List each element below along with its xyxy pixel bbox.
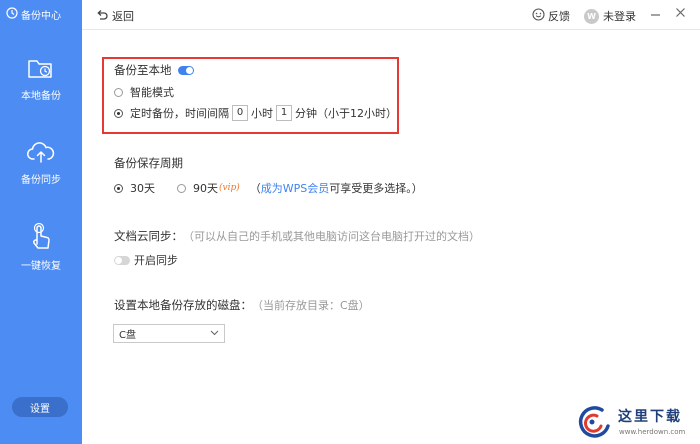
minutes-input[interactable]: 1: [276, 105, 292, 121]
watermark-url: www.herdown.com: [619, 428, 686, 436]
sidebar-item-backup-sync[interactable]: 备份同步: [0, 140, 82, 186]
back-button[interactable]: 返回: [96, 8, 134, 24]
retention-90-label: 90天: [193, 182, 218, 195]
brand-label: 备份中心: [21, 11, 61, 22]
vip-paren: （: [249, 182, 261, 195]
disk-select[interactable]: C盘: [113, 324, 225, 343]
hours-input[interactable]: 0: [232, 105, 248, 121]
local-backup-toggle[interactable]: [177, 65, 194, 75]
main-content: 备份至本地 智能模式 定时备份，时间间隔 0 小时 1 分钟（小于12小时） 备…: [82, 31, 700, 444]
sidebar-item-label: 本地备份: [21, 91, 61, 102]
sidebar-item-label: 备份同步: [21, 175, 61, 186]
back-label: 返回: [112, 10, 134, 23]
close-icon: [675, 7, 686, 21]
watermark: 这里下载 www.herdown.com: [568, 402, 696, 442]
disk-title: 设置本地备份存放的磁盘：: [114, 298, 252, 312]
retention-options: 30天 90天 (vip) （ 成为WPS会员 可享受更多选择。）: [114, 180, 423, 196]
title-bar: 返回 反馈 W 未登录: [82, 0, 700, 30]
avatar: W: [584, 8, 599, 24]
sidebar-item-label: 一键恢复: [21, 261, 61, 272]
backup-center-icon: [6, 7, 18, 22]
retention-90-radio[interactable]: [177, 183, 186, 193]
folder-clock-icon: [27, 56, 55, 87]
undo-arrow-icon: [96, 9, 108, 23]
cloud-sync-title: 文档云同步：: [114, 229, 183, 243]
scheduled-backup-radio[interactable]: [114, 108, 123, 118]
feedback-button[interactable]: 反馈: [532, 8, 570, 24]
smart-mode-radio[interactable]: [114, 87, 123, 97]
vip-tag: (vip): [219, 183, 240, 193]
scheduled-backup-option: 定时备份，时间间隔 0 小时 1 分钟（小于12小时）: [114, 105, 397, 121]
retention-title: 备份保存周期: [114, 156, 183, 170]
sidebar: 备份中心 本地备份 备份同步 一键恢复 设置: [0, 0, 82, 444]
watermark-text: 这里下载: [618, 409, 682, 425]
disk-select-value: C盘: [119, 330, 136, 341]
cloud-sync-title-row: 文档云同步： （可以从自己的手机或其他电脑访问这台电脑打开过的文档）: [114, 228, 480, 244]
feedback-label: 反馈: [548, 10, 570, 23]
retention-30-label: 30天: [130, 182, 155, 195]
smart-mode-label: 智能模式: [130, 86, 174, 99]
login-label: 未登录: [603, 10, 636, 23]
cloud-sync-enable-label: 开启同步: [134, 254, 178, 267]
close-button[interactable]: [672, 6, 688, 22]
minimize-icon: [650, 7, 661, 21]
chat-smile-icon: [532, 8, 545, 24]
brand: 备份中心: [6, 7, 61, 22]
chevron-down-icon: [210, 328, 219, 339]
disk-title-row: 设置本地备份存放的磁盘： （当前存放目录：C盘）: [114, 297, 370, 313]
sidebar-item-local-backup[interactable]: 本地备份: [0, 56, 82, 102]
watermark-logo-icon: [572, 404, 616, 443]
minutes-unit: 分钟（小于12小时）: [295, 107, 397, 120]
login-button[interactable]: W 未登录: [584, 8, 636, 24]
vip-suffix: 可享受更多选择。）: [329, 182, 423, 195]
cloud-sync-enable-row: 开启同步: [114, 252, 178, 268]
cloud-upload-icon: [26, 140, 56, 171]
retention-30-radio[interactable]: [114, 183, 123, 193]
retention-title-row: 备份保存周期: [114, 155, 183, 171]
settings-button[interactable]: 设置: [12, 397, 68, 417]
smart-mode-option[interactable]: 智能模式: [114, 84, 174, 100]
become-vip-link[interactable]: 成为WPS会员: [261, 180, 330, 196]
sidebar-item-one-click-restore[interactable]: 一键恢复: [0, 222, 82, 272]
cloud-sync-hint: （可以从自己的手机或其他电脑访问这台电脑打开过的文档）: [183, 230, 480, 243]
local-backup-title: 备份至本地: [114, 63, 172, 77]
disk-hint: （当前存放目录：C盘）: [252, 299, 370, 312]
minimize-button[interactable]: [647, 6, 663, 22]
scheduled-backup-label: 定时备份，时间间隔: [130, 107, 229, 120]
hours-unit: 小时: [251, 107, 273, 120]
cloud-sync-toggle[interactable]: [114, 255, 130, 265]
hand-pointer-icon: [27, 222, 55, 257]
local-backup-row: 备份至本地: [114, 62, 194, 78]
